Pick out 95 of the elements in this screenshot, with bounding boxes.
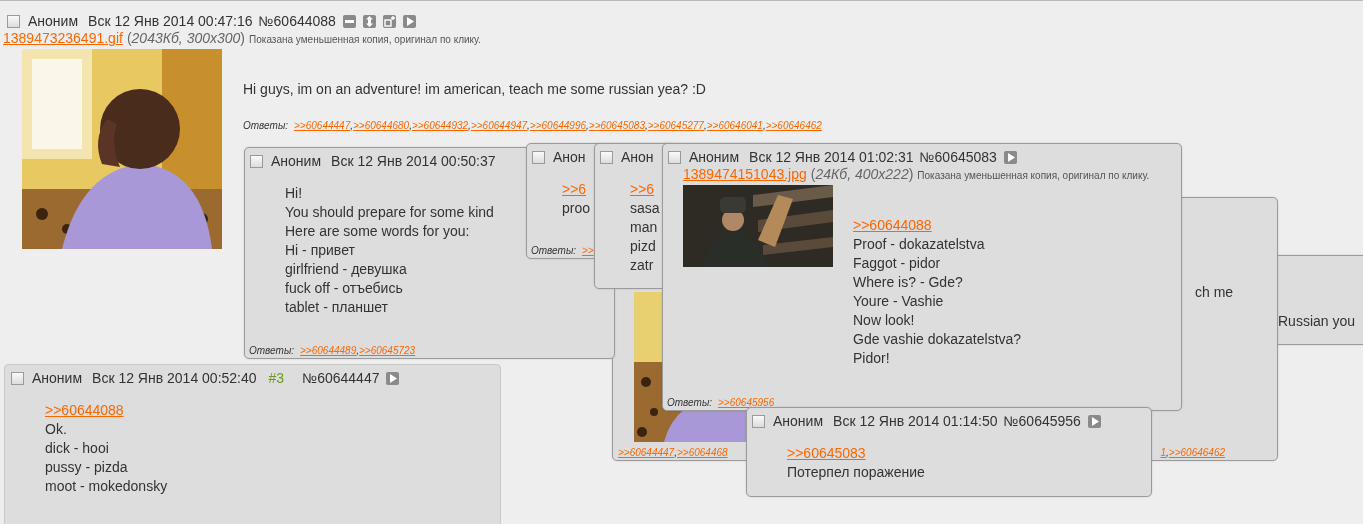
reply-link[interactable]: >>60644932: [411, 120, 469, 131]
up-down-arrow-icon[interactable]: [362, 14, 376, 28]
separator-text: ,: [674, 447, 677, 458]
message-line: Gde vashie dokazatelstva?: [853, 330, 1022, 349]
message-line: Now look!: [853, 311, 916, 330]
message-line: Ok.: [45, 420, 68, 439]
file-info: (24Кб, 400x222): [810, 166, 914, 182]
checkbox[interactable]: [7, 14, 20, 28]
file-link[interactable]: 1389474151043.jpg: [683, 166, 807, 182]
quote-link[interactable]: >>60644088: [45, 402, 124, 418]
author-name: Аноним: [32, 370, 83, 386]
separator-text: ,: [350, 120, 353, 131]
post-date: Вск 12 Янв 2014 01:14:50: [833, 413, 998, 429]
message-line: girlfriend - девушка: [285, 260, 408, 279]
separator-text: ,: [644, 120, 648, 131]
message-line: zatr: [630, 256, 655, 275]
separator-text: ,: [586, 120, 589, 131]
message-line: proo: [562, 199, 591, 218]
message-line: man: [630, 218, 659, 237]
checkbox[interactable]: [532, 150, 545, 164]
replies-label: Ответы:: [531, 245, 577, 256]
checkbox[interactable]: [752, 414, 765, 428]
checkbox[interactable]: [11, 371, 24, 385]
message-line: Hi!: [285, 184, 304, 203]
file-link[interactable]: 1389473236491.gif: [3, 30, 123, 46]
message-line: Pidor!: [853, 349, 891, 368]
message-line: ch me: [1195, 283, 1234, 302]
message-line: Proof - dokazatelstva: [853, 235, 986, 254]
reply-link[interactable]: >>60644447: [294, 120, 351, 131]
message-line: dick - hooi: [45, 439, 110, 458]
minus-icon[interactable]: [342, 14, 356, 28]
replies-label: Ответы:: [249, 345, 295, 356]
file-note: Показана уменьшенная копия, оригинал по клику.: [917, 170, 1150, 181]
post-number: №60644447: [302, 370, 380, 386]
message-line: sasa: [630, 199, 660, 218]
author-name: Аноним: [271, 153, 322, 169]
separator-text: ,: [1166, 447, 1169, 458]
post-date: Вск 12 Янв 2014 00:52:40: [92, 370, 257, 386]
reply-link[interactable]: >>60645083: [588, 120, 645, 131]
author-name: Анон: [553, 149, 586, 165]
reply-link[interactable]: >>60644489: [300, 345, 357, 356]
post-number: №60645083: [919, 149, 997, 165]
reply-link[interactable]: >>60645277: [647, 120, 704, 131]
quote-link[interactable]: >>60644088: [853, 217, 932, 233]
play-icon[interactable]: [1087, 414, 1101, 428]
message-line: pussy - pizda: [45, 458, 129, 477]
author-name: Аноним: [28, 13, 79, 29]
quote-link[interactable]: >>6: [630, 181, 655, 197]
message-line: tablet - планшет: [285, 298, 389, 317]
separator-text: ,: [409, 120, 412, 131]
message-line: You should prepare for some kind: [285, 203, 494, 222]
message-line: Russian you: [1278, 312, 1357, 331]
quote-link[interactable]: >>60645083: [787, 445, 866, 461]
post-ordinal: #3: [268, 370, 285, 386]
separator-text: ,: [356, 345, 359, 356]
message-line: Where is? - Gde?: [853, 273, 964, 292]
separator-text: ,: [527, 120, 530, 131]
message-line: Here are some words for you:: [285, 222, 471, 241]
reply-link[interactable]: >>60644447: [618, 447, 675, 458]
message-line: Потерпел поражение: [787, 463, 925, 482]
post-number: №60644088: [258, 13, 336, 29]
post-date: Вск 12 Янв 2014 00:47:16: [88, 13, 253, 29]
message-line: Hi guys, im on an adventure! im american, teach me some russian yea? :D: [243, 80, 707, 99]
post-date: Вск 12 Янв 2014 01:02:31: [749, 149, 914, 165]
message-line: moot - mokedonsky: [45, 477, 169, 496]
message-line: Faggot - pidor: [853, 254, 942, 273]
separator-text: ,: [468, 120, 471, 131]
message-line: Youre - Vashie: [853, 292, 945, 311]
reply-link[interactable]: >>: [582, 245, 594, 256]
author-name: Аноним: [773, 413, 824, 429]
replies-label: Ответы:: [667, 397, 713, 408]
checkbox[interactable]: [668, 150, 681, 164]
file-info: (2043Кб, 300x300): [126, 30, 246, 46]
separator-text: ,: [762, 120, 766, 131]
play-icon[interactable]: [402, 14, 416, 28]
replies-label: Ответы:: [243, 120, 289, 131]
author-name: Анон: [621, 149, 654, 165]
reply-link[interactable]: >>60645956: [718, 397, 775, 408]
separator-text: ,: [703, 120, 707, 131]
message-line: fuck off - отъебись: [285, 279, 404, 298]
post-number: №60645956: [1003, 413, 1081, 429]
post-date: Вск 12 Янв 2014 00:50:37: [331, 153, 496, 169]
play-icon[interactable]: [386, 371, 400, 385]
reply-link[interactable]: 1: [1160, 447, 1167, 458]
checkbox[interactable]: [600, 150, 613, 164]
message-line: Hi - привет: [285, 241, 356, 260]
play-icon[interactable]: [1003, 150, 1017, 164]
author-name: Аноним: [689, 149, 740, 165]
reply-link[interactable]: >>60644680: [353, 120, 410, 131]
checkbox[interactable]: [250, 154, 263, 168]
reply-link[interactable]: >>60645723: [359, 345, 416, 356]
message-line: pizd: [630, 237, 657, 256]
window-plus-icon[interactable]: [382, 14, 396, 28]
quote-link[interactable]: >>6: [562, 181, 587, 197]
file-note: Показана уменьшенная копия, оригинал по клику.: [249, 34, 481, 45]
